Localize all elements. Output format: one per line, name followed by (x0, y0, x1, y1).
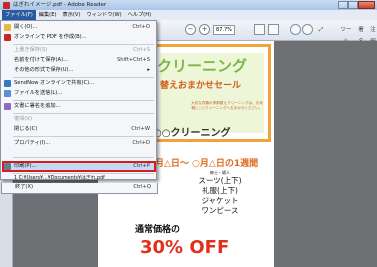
window-title: はぎれイメージ.pdf - Adobe Reader (13, 2, 107, 8)
menu-item-exit[interactable]: 終了(X) Ctrl+Q (1, 183, 158, 194)
zoom-in-icon[interactable]: + (199, 24, 210, 35)
menu-item-create-pdf[interactable]: オンラインで PDF を作成(B)... (1, 33, 156, 42)
shop-name: ○○クリーニング (153, 128, 231, 139)
menu-item-sendnow[interactable]: SendNow オンラインで共有(C)... (1, 79, 156, 88)
file-menu-dropdown: 開く(O)... Ctrl+O オンラインで PDF を作成(B)... 上書き… (0, 20, 157, 183)
minimize-button[interactable] (338, 1, 348, 9)
menu-separator (13, 136, 154, 137)
menu-item-open[interactable]: 開く(O)... Ctrl+O (1, 23, 156, 32)
window-controls (338, 1, 375, 9)
flyer-subtitle: 替えおまかせセール (160, 81, 242, 91)
menu-item-save-other[interactable]: その他の形式で保存(U)... ▸ (1, 66, 156, 75)
expand-icon[interactable]: ⤢ (318, 24, 324, 36)
discount-text: 30% OFF (140, 237, 230, 258)
open-folder-icon (4, 24, 11, 31)
send-file-icon (4, 90, 11, 97)
title-bar: はぎれイメージ.pdf - Adobe Reader (0, 0, 377, 10)
menu-window[interactable]: ウィンドウ(W) (83, 10, 124, 20)
menu-edit[interactable]: 編集(E) (36, 10, 60, 20)
fit-page-icon[interactable] (254, 24, 265, 35)
sign-icon (4, 103, 11, 110)
zoom-out-icon[interactable]: − (185, 24, 196, 35)
menu-separator (13, 157, 154, 158)
item-dress: ワンピース (201, 206, 239, 215)
tools-tab[interactable]: ツール (338, 24, 354, 45)
item-jacket: ジャケット (201, 196, 239, 205)
item-formal: 礼服(上下) (202, 186, 238, 195)
sale-period: 月△日〜 ○月△日の1週間 (155, 159, 259, 169)
submenu-arrow-icon: ▸ (147, 67, 150, 73)
comment-tab[interactable]: 注釈 (368, 24, 377, 45)
flyer-title: クリーニング (157, 57, 248, 75)
highlight-icon[interactable] (302, 24, 313, 35)
sendnow-icon (4, 80, 11, 87)
menu-item-sign[interactable]: 文書に署名を追加... (1, 102, 156, 111)
menu-bar: ファイル(F) 編集(E) 表示(V) ウィンドウ(W) ヘルプ(H) (0, 10, 377, 20)
normal-price-label: 通常価格の (135, 225, 181, 235)
menu-item-save: 上書き保存(S) Ctrl+S (14, 47, 150, 53)
printer-icon (4, 163, 11, 170)
menu-item-properties[interactable]: プロパティ(I)... Ctrl+D (1, 139, 156, 148)
menu-item-close[interactable]: 閉じる(C) Ctrl+W (1, 125, 156, 134)
maximize-button[interactable] (348, 1, 358, 9)
menu-file[interactable]: ファイル(F) (2, 10, 36, 20)
menu-separator (13, 100, 154, 101)
comment-icon[interactable] (290, 24, 301, 35)
menu-item-send-file[interactable]: ファイルを送信(L)... (1, 89, 156, 98)
menu-separator (13, 44, 154, 45)
menu-item-revert: 復帰(V) (14, 116, 32, 122)
menu-separator (13, 77, 154, 78)
item-suit: スーツ(上下) (198, 176, 242, 185)
create-pdf-icon (4, 34, 11, 41)
document-background (276, 41, 377, 267)
flyer-description: 大切な衣類の季節替えクリーニングは、お気軽に○○クリーニングへおまかせください。 (191, 101, 263, 110)
menu-item-save-as[interactable]: 名前を付けて保存(A)... Shift+Ctrl+S (1, 56, 156, 65)
menu-separator (13, 113, 154, 114)
menu-view[interactable]: 表示(V) (60, 10, 84, 20)
zoom-level-field[interactable]: 87.7% (213, 25, 235, 35)
sale-items: 紳士・婦人 スーツ(上下) 礼服(上下) ジャケット ワンピース (185, 170, 255, 216)
menu-item-print[interactable]: 印刷(P)... Ctrl+P (1, 162, 156, 171)
fit-width-icon[interactable] (268, 24, 279, 35)
menu-help[interactable]: ヘルプ(H) (125, 10, 155, 20)
close-window-button[interactable] (358, 1, 375, 9)
menu-item-recent-file[interactable]: 1 C:¥Users¥...¥Documents¥はぎれ.pdf (1, 174, 156, 183)
adobe-reader-icon (3, 2, 10, 9)
sign-tab[interactable]: 署名 (356, 24, 366, 45)
